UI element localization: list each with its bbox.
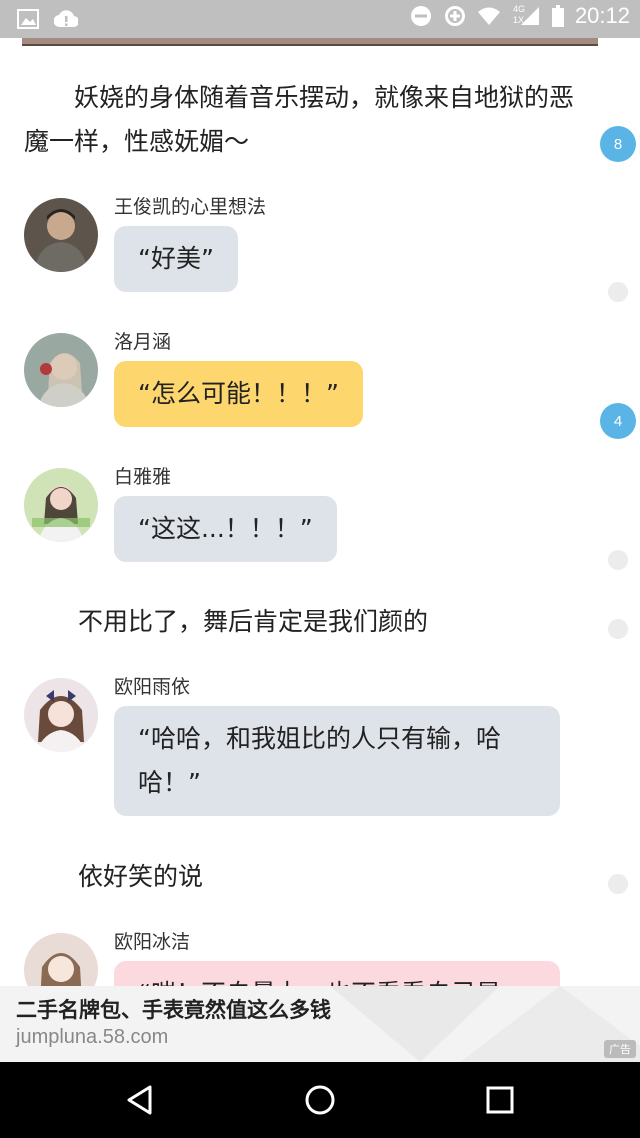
avatar[interactable] bbox=[24, 468, 98, 542]
battery-icon bbox=[551, 4, 565, 28]
story-content[interactable]: 妖娆的身体随着音乐摆动，就像来自地狱的恶魔一样，性感妩媚～ 王俊凯的心里想法 “… bbox=[0, 46, 640, 986]
data-saver-icon bbox=[443, 4, 467, 28]
narration-text: 不用比了，舞后肯定是我们颜的 bbox=[78, 607, 429, 636]
avatar[interactable] bbox=[24, 933, 98, 986]
network-label: 4G bbox=[512, 4, 525, 14]
comment-dot[interactable] bbox=[608, 874, 628, 894]
ad-title[interactable]: 二手名牌包、手表竟然值这么多钱 bbox=[16, 994, 331, 1024]
sim-label: 1X bbox=[512, 15, 524, 25]
message-bubble: “怎么可能！！！” bbox=[114, 361, 363, 427]
message-bubble: “好美” bbox=[114, 226, 238, 292]
narration-text: 依好笑的说 bbox=[78, 862, 204, 891]
nickname: 欧阳雨依 bbox=[114, 676, 191, 698]
comment-dot[interactable] bbox=[608, 550, 628, 570]
nickname: 洛月涵 bbox=[114, 331, 172, 353]
ad-banner[interactable]: 二手名牌包、手表竟然值这么多钱 jumpluna.58.com 广告 bbox=[0, 986, 640, 1062]
nickname: 白雅雅 bbox=[114, 466, 172, 488]
wifi-icon bbox=[477, 4, 501, 28]
recents-button[interactable] bbox=[484, 1084, 516, 1116]
ad-url[interactable]: jumpluna.58.com bbox=[16, 1026, 168, 1049]
ad-label: 广告 bbox=[604, 1040, 636, 1058]
nickname: 欧阳冰洁 bbox=[114, 931, 191, 953]
do-not-disturb-icon bbox=[409, 4, 433, 28]
home-button[interactable] bbox=[304, 1084, 336, 1116]
gallery-icon bbox=[16, 7, 40, 31]
alert-icon bbox=[54, 7, 78, 31]
intro-paragraph: 妖娆的身体随着音乐摆动，就像来自地狱的恶魔一样，性感妩媚～ bbox=[24, 83, 575, 156]
avatar[interactable] bbox=[24, 198, 98, 272]
navigation-bar bbox=[0, 1062, 640, 1138]
message-bubble: “这这...！！！” bbox=[114, 496, 337, 562]
comment-dot[interactable] bbox=[608, 619, 628, 639]
comment-dot[interactable] bbox=[608, 282, 628, 302]
comment-count-badge[interactable]: 4 bbox=[600, 403, 636, 439]
recents-square-icon bbox=[486, 1086, 514, 1114]
comment-count-badge[interactable]: 8 bbox=[600, 126, 636, 162]
avatar[interactable] bbox=[24, 333, 98, 407]
message-bubble: “哈哈，和我姐比的人只有输，哈哈！” bbox=[114, 706, 560, 816]
avatar[interactable] bbox=[24, 678, 98, 752]
back-triangle-icon bbox=[127, 1085, 152, 1115]
clock: 20:12 bbox=[574, 3, 630, 28]
message-bubble: “嗤！不自量力，也不看看自己是 bbox=[114, 961, 560, 986]
home-circle-icon bbox=[305, 1085, 335, 1115]
nickname: 王俊凯的心里想法 bbox=[114, 196, 267, 218]
signal-icon: 4G 1X bbox=[511, 4, 541, 28]
status-bar: 4G 1X 20:12 bbox=[0, 0, 640, 38]
back-button[interactable] bbox=[124, 1084, 156, 1116]
